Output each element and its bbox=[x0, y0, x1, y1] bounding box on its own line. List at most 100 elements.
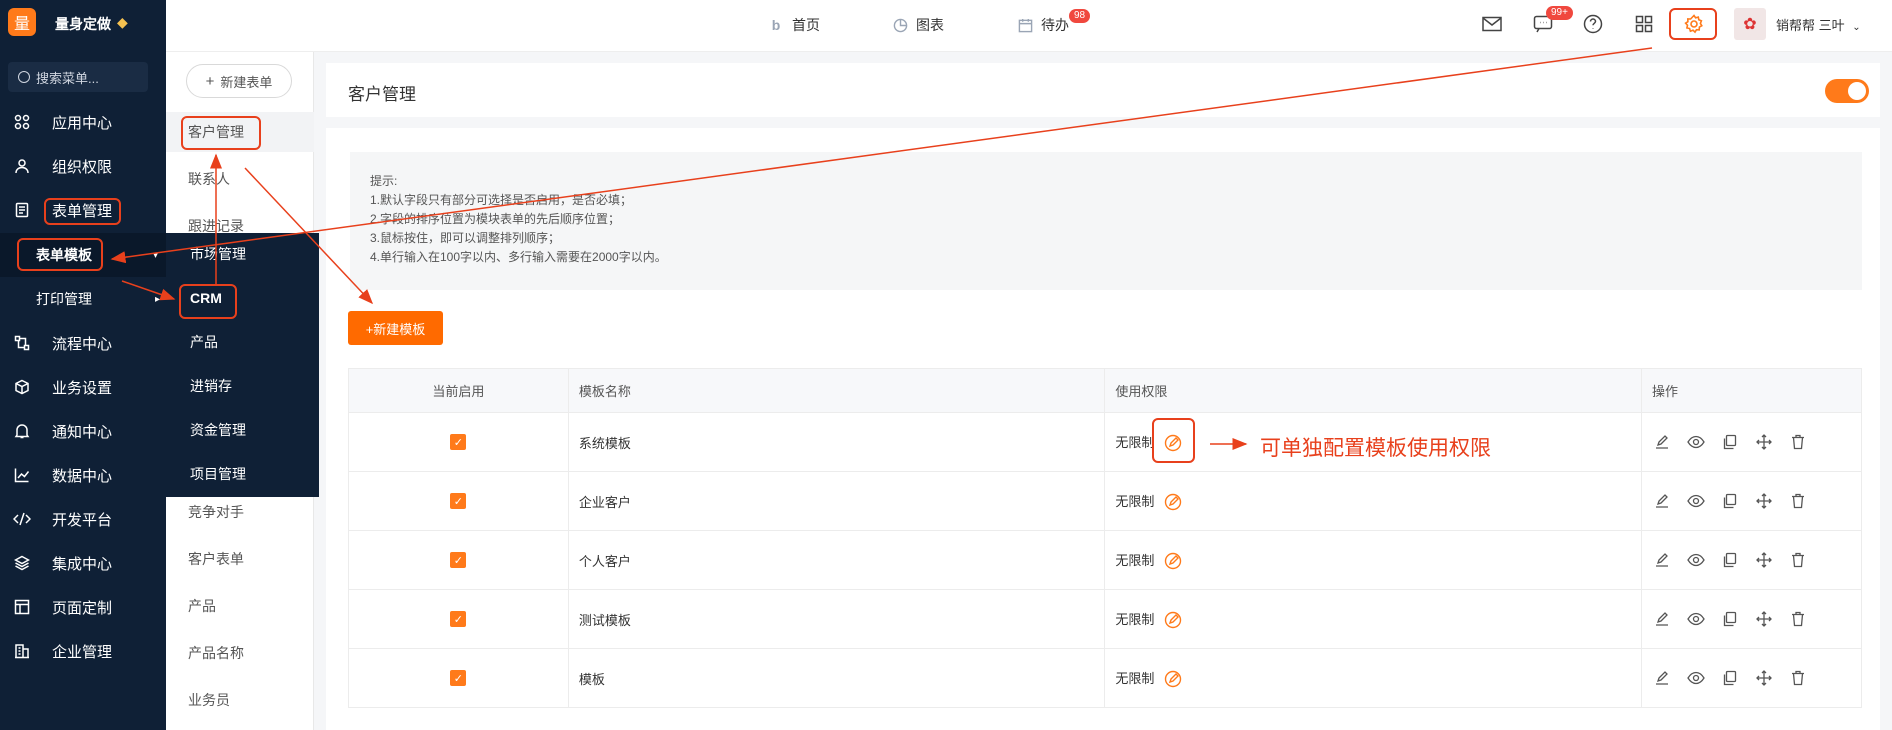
page-header bbox=[326, 63, 1880, 117]
enabled-cell: ✓ bbox=[348, 471, 569, 531]
form-item-contact[interactable]: 联系人 bbox=[166, 159, 314, 199]
caret-right-icon: ▸ bbox=[155, 293, 161, 305]
grid-icon[interactable] bbox=[1632, 12, 1656, 36]
trash-icon[interactable] bbox=[1788, 609, 1808, 629]
move-icon[interactable] bbox=[1754, 550, 1774, 570]
edit-icon[interactable] bbox=[1652, 550, 1672, 570]
enabled-checkbox[interactable]: ✓ bbox=[450, 493, 467, 510]
top-nav-todo[interactable]: 待办 bbox=[1017, 12, 1069, 38]
form-item-salesman[interactable]: 业务员 bbox=[166, 680, 314, 720]
sidebar-item-flow[interactable]: 流程中心 bbox=[0, 321, 166, 365]
enabled-checkbox[interactable]: ✓ bbox=[450, 670, 467, 687]
enabled-checkbox[interactable]: ✓ bbox=[450, 434, 467, 451]
trash-icon[interactable] bbox=[1788, 432, 1808, 452]
top-nav-label: 图表 bbox=[916, 17, 944, 33]
sidebar-item-integration[interactable]: 集成中心 bbox=[0, 541, 166, 585]
enabled-cell: ✓ bbox=[348, 589, 569, 649]
sidebar-item-enterprise[interactable]: 企业管理 bbox=[0, 629, 166, 673]
flyout-item-project[interactable]: 项目管理 bbox=[166, 454, 319, 494]
building-icon bbox=[13, 642, 31, 660]
edit-icon[interactable] bbox=[1652, 668, 1672, 688]
top-nav-charts[interactable]: 图表 bbox=[892, 12, 944, 38]
edit-icon[interactable] bbox=[1652, 432, 1672, 452]
copy-icon[interactable] bbox=[1720, 668, 1740, 688]
permission-cell: 无限制 bbox=[1104, 648, 1643, 708]
move-icon[interactable] bbox=[1754, 668, 1774, 688]
help-icon[interactable] bbox=[1581, 12, 1605, 36]
new-template-button[interactable]: +新建模板 bbox=[348, 311, 443, 345]
edit-permission-icon[interactable] bbox=[1164, 670, 1182, 688]
form-icon bbox=[13, 201, 31, 219]
eye-icon[interactable] bbox=[1686, 609, 1706, 629]
flyout-item-product[interactable]: 产品 bbox=[166, 322, 319, 362]
actions-cell bbox=[1641, 412, 1862, 472]
edit-permission-icon[interactable] bbox=[1164, 493, 1182, 511]
edit-permission-icon[interactable] bbox=[1164, 611, 1182, 629]
menu-search-input[interactable]: 搜索菜单... bbox=[8, 62, 148, 92]
move-icon[interactable] bbox=[1754, 432, 1774, 452]
page-title: 客户管理 bbox=[348, 85, 416, 104]
mail-icon[interactable] bbox=[1480, 12, 1504, 36]
table-row: ✓ 个人客户 无限制 bbox=[348, 530, 1862, 590]
edit-icon[interactable] bbox=[1652, 609, 1672, 629]
copy-icon[interactable] bbox=[1720, 550, 1740, 570]
annotation-text: 可单独配置模板使用权限 bbox=[1260, 437, 1491, 460]
flyout-item-label: 进销存 bbox=[190, 378, 232, 394]
permission-text: 无限制 bbox=[1115, 611, 1155, 627]
copy-icon[interactable] bbox=[1720, 609, 1740, 629]
enabled-cell: ✓ bbox=[348, 412, 569, 472]
actions-cell bbox=[1641, 530, 1862, 590]
bell-icon bbox=[13, 422, 31, 440]
sidebar-item-apps[interactable]: 应用中心 bbox=[0, 100, 166, 144]
flyout-item-inventory[interactable]: 进销存 bbox=[166, 366, 319, 406]
enabled-checkbox[interactable]: ✓ bbox=[450, 611, 467, 628]
trash-icon[interactable] bbox=[1788, 491, 1808, 511]
sidebar-item-dev[interactable]: 开发平台 bbox=[0, 497, 166, 541]
eye-icon[interactable] bbox=[1686, 432, 1706, 452]
permission-text: 无限制 bbox=[1115, 493, 1155, 509]
eye-icon[interactable] bbox=[1686, 491, 1706, 511]
permission-cell: 无限制 bbox=[1104, 530, 1643, 590]
search-icon bbox=[18, 71, 30, 83]
module-enable-toggle[interactable] bbox=[1825, 79, 1869, 103]
flyout-item-label: 市场管理 bbox=[190, 246, 246, 262]
form-item-product-name[interactable]: 产品名称 bbox=[166, 633, 314, 673]
sidebar-sub-print[interactable]: 打印管理 ▸ bbox=[0, 277, 166, 321]
user-menu[interactable]: 销帮帮 三叶 ⌄ bbox=[1776, 15, 1861, 34]
permission-text: 无限制 bbox=[1115, 434, 1155, 450]
avatar[interactable]: ✿ bbox=[1734, 8, 1766, 40]
sidebar-item-notify[interactable]: 通知中心 bbox=[0, 409, 166, 453]
edit-permission-icon[interactable] bbox=[1164, 552, 1182, 570]
sidebar-item-label: 开发平台 bbox=[52, 511, 113, 529]
move-icon[interactable] bbox=[1754, 491, 1774, 511]
form-item-label: 联系人 bbox=[188, 171, 230, 187]
copy-icon[interactable] bbox=[1720, 491, 1740, 511]
sidebar-item-data[interactable]: 数据中心 bbox=[0, 453, 166, 497]
trash-icon[interactable] bbox=[1788, 550, 1808, 570]
move-icon[interactable] bbox=[1754, 609, 1774, 629]
eye-icon[interactable] bbox=[1686, 550, 1706, 570]
sidebar-item-label: 通知中心 bbox=[52, 423, 113, 441]
template-name: 个人客户 bbox=[567, 530, 1106, 590]
app-logo[interactable]: 量 bbox=[8, 8, 36, 36]
pie-icon bbox=[892, 17, 908, 33]
copy-icon[interactable] bbox=[1720, 432, 1740, 452]
form-item-customer-form[interactable]: 客户表单 bbox=[166, 539, 314, 579]
sidebar-item-business[interactable]: 业务设置 bbox=[0, 365, 166, 409]
sidebar-item-page-custom[interactable]: 页面定制 bbox=[0, 585, 166, 629]
form-item-product[interactable]: 产品 bbox=[166, 586, 314, 626]
tip-line: 2.字段的排序位置为模块表单的先后顺序位置； bbox=[370, 212, 621, 226]
top-nav-home[interactable]: b 首页 bbox=[768, 12, 820, 38]
enabled-checkbox[interactable]: ✓ bbox=[450, 552, 467, 569]
flyout-item-funds[interactable]: 资金管理 bbox=[166, 410, 319, 450]
new-form-button[interactable]: + 新建表单 bbox=[186, 64, 292, 98]
form-item-competitor[interactable]: 竞争对手 bbox=[166, 492, 314, 532]
trash-icon[interactable] bbox=[1788, 668, 1808, 688]
table-header-row: 当前启用 模板名称 使用权限 操作 bbox=[348, 368, 1862, 413]
col-header-name: 模板名称 bbox=[567, 368, 1106, 413]
edit-icon[interactable] bbox=[1652, 491, 1672, 511]
flyout-item-label: 资金管理 bbox=[190, 422, 246, 438]
sidebar-item-org[interactable]: 组织权限 bbox=[0, 144, 166, 188]
eye-icon[interactable] bbox=[1686, 668, 1706, 688]
flyout-item-market[interactable]: 市场管理 bbox=[166, 234, 319, 274]
